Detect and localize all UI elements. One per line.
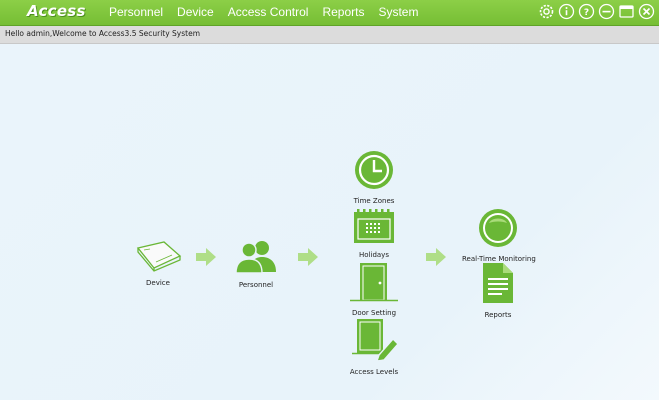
flow-holidays[interactable]: Holidays <box>344 208 404 259</box>
help-icon[interactable]: ? <box>578 3 595 20</box>
menu-system[interactable]: System <box>378 0 424 25</box>
arrow-right-icon <box>298 248 318 266</box>
workflow-canvas: Device Personnel Time Zones Holidays Doo… <box>0 44 659 400</box>
device-label: Device <box>146 279 170 287</box>
personnel-label: Personnel <box>238 281 274 289</box>
flow-realtime-monitoring[interactable]: Real-Time Monitoring <box>462 208 536 263</box>
app-logo: Access <box>27 2 86 20</box>
reports-label: Reports <box>484 311 512 319</box>
flow-access-levels[interactable]: Access Levels <box>342 317 406 376</box>
clock-icon <box>355 151 393 189</box>
welcome-message: Hello admin,Welcome to Access3.5 Securit… <box>5 29 201 38</box>
top-bar: Access Personnel Device Access Control R… <box>0 0 659 26</box>
window-controls: ? <box>538 3 655 20</box>
access-levels-icon <box>352 319 399 362</box>
holidays-label: Holidays <box>359 251 389 259</box>
svg-text:?: ? <box>584 8 589 18</box>
maximize-icon[interactable] <box>618 3 635 20</box>
minimize-icon[interactable] <box>598 3 615 20</box>
device-icon <box>136 241 182 272</box>
info-icon[interactable] <box>558 3 575 20</box>
flow-time-zones[interactable]: Time Zones <box>344 150 404 205</box>
menu-device[interactable]: Device <box>177 0 220 25</box>
report-icon <box>483 263 513 303</box>
welcome-bar: Hello admin,Welcome to Access3.5 Securit… <box>0 26 659 44</box>
flow-personnel[interactable]: Personnel <box>228 238 284 289</box>
menu-reports[interactable]: Reports <box>322 0 370 25</box>
personnel-icon <box>235 241 276 274</box>
flow-door-setting[interactable]: Door Setting <box>344 262 404 317</box>
arrow-right-icon <box>426 248 446 266</box>
menu-access-control[interactable]: Access Control <box>228 0 315 25</box>
arrow-right-icon <box>196 248 216 266</box>
door-icon <box>350 263 398 302</box>
settings-icon[interactable] <box>538 3 555 20</box>
menu-personnel[interactable]: Personnel <box>109 0 169 25</box>
close-icon[interactable] <box>638 3 655 20</box>
access-levels-label: Access Levels <box>349 368 399 376</box>
main-menu: Personnel Device Access Control Reports … <box>109 0 432 25</box>
door-setting-label: Door Setting <box>351 309 397 317</box>
flow-device[interactable]: Device <box>130 240 186 287</box>
time-zones-label: Time Zones <box>353 197 395 205</box>
calendar-icon <box>354 209 394 243</box>
monitor-icon <box>479 209 517 247</box>
flow-reports[interactable]: Reports <box>470 262 526 319</box>
